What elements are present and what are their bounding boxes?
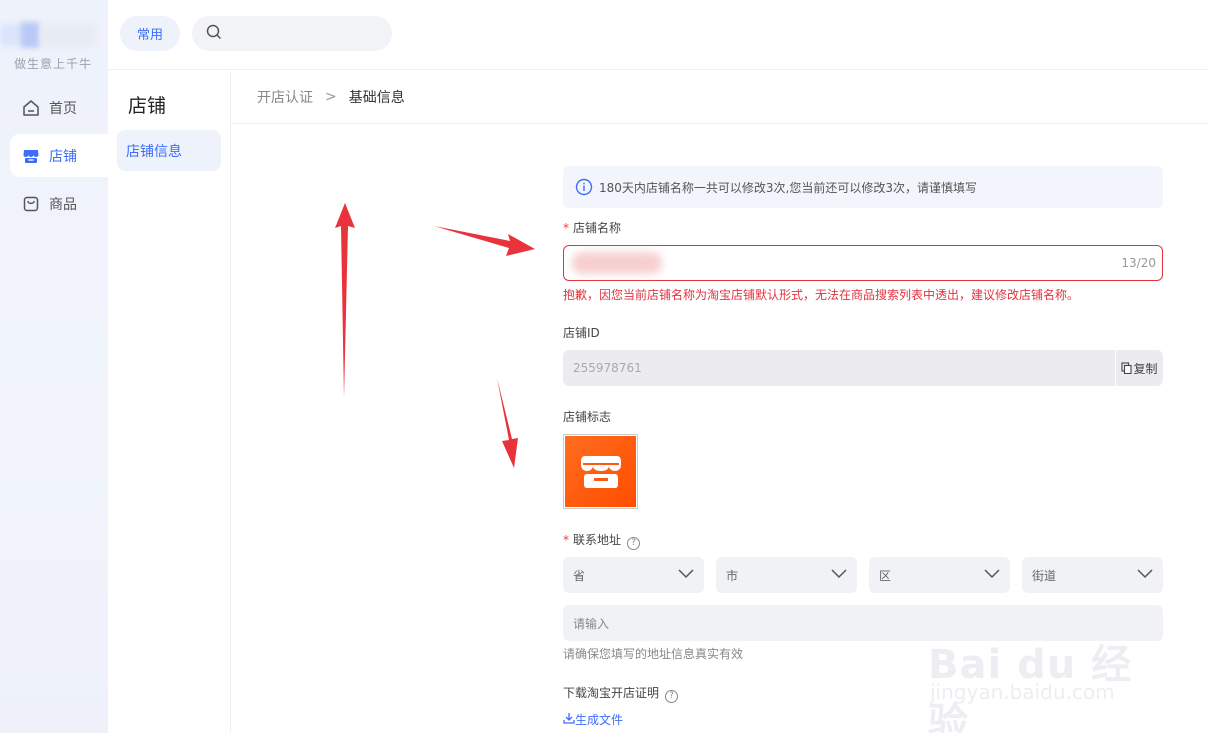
top-bar: 常用 xyxy=(108,0,1209,70)
chevron-down-icon xyxy=(1137,568,1153,582)
city-select-value: 市 xyxy=(726,568,739,583)
store-icon xyxy=(22,147,40,165)
frequent-chip[interactable]: 常用 xyxy=(120,16,180,51)
city-select[interactable]: 市 xyxy=(716,557,857,593)
province-select-value: 省 xyxy=(573,568,586,583)
download-icon xyxy=(563,712,575,727)
arrow-down xyxy=(497,378,518,468)
product-bag-icon xyxy=(22,195,40,213)
rail-item-store[interactable]: 店铺 xyxy=(10,134,108,177)
street-select-value: 街道 xyxy=(1032,568,1057,583)
shop-name-label: * 店铺名称 xyxy=(563,219,621,236)
chevron-down-icon xyxy=(831,568,847,582)
baidu-watermark: Bai du 经验 jingyan.baidu.com xyxy=(928,608,1148,733)
home-icon xyxy=(22,99,40,117)
address-label: * 联系地址? xyxy=(563,531,641,550)
arrow-up xyxy=(335,203,355,398)
shop-logo-image xyxy=(565,436,636,507)
search-icon xyxy=(206,24,222,44)
district-select[interactable]: 区 xyxy=(869,557,1010,593)
watermark-url: jingyan.baidu.com xyxy=(930,680,1115,704)
question-circle-icon[interactable]: ? xyxy=(665,690,679,703)
info-notice: 180天内店铺名称一共可以修改3次,您当前还可以修改3次，请谨慎填写 xyxy=(563,166,1163,208)
chevron-down-icon xyxy=(984,568,1000,582)
rail-item-label: 店铺 xyxy=(49,148,77,165)
certificate-label-text: 下载淘宝开店证明 xyxy=(563,686,660,700)
question-circle-icon[interactable]: ? xyxy=(627,537,641,550)
char-counter: 13/20 xyxy=(1121,256,1156,270)
generate-file-label: 生成文件 xyxy=(575,713,624,727)
info-icon xyxy=(575,178,593,196)
required-mark: * xyxy=(563,533,569,547)
province-select[interactable]: 省 xyxy=(563,557,704,593)
copy-icon xyxy=(1121,362,1133,375)
address-hint: 请确保您填写的地址信息真实有效 xyxy=(563,647,744,661)
sub-nav-title: 店铺 xyxy=(128,95,167,117)
shop-id-label: 店铺ID xyxy=(563,326,600,340)
certificate-label: 下载淘宝开店证明? xyxy=(563,684,679,703)
shop-logo-label: 店铺标志 xyxy=(563,410,612,424)
app-logo xyxy=(0,20,96,52)
shop-id-field: 255978761 复制 xyxy=(563,350,1163,386)
breadcrumb: 开店认证 > 基础信息 xyxy=(231,71,1209,124)
rail-item-label: 商品 xyxy=(49,196,77,213)
breadcrumb-current: 基础信息 xyxy=(348,90,405,106)
redacted-shop-name xyxy=(572,252,662,274)
shop-name-label-text: 店铺名称 xyxy=(573,221,622,235)
street-select[interactable]: 街道 xyxy=(1022,557,1163,593)
sub-nav-item-shop-info[interactable]: 店铺信息 xyxy=(117,130,221,171)
app-slogan: 做生意上千牛 xyxy=(14,57,93,71)
generate-file-link[interactable]: 生成文件 xyxy=(563,711,623,728)
shop-id-value: 255978761 xyxy=(573,361,642,375)
chevron-down-icon xyxy=(678,568,694,582)
rail-item-label: 首页 xyxy=(49,100,77,117)
search-input[interactable] xyxy=(230,26,380,41)
notice-text: 180天内店铺名称一共可以修改3次,您当前还可以修改3次，请谨慎填写 xyxy=(599,180,977,195)
breadcrumb-parent[interactable]: 开店认证 xyxy=(257,87,313,107)
left-rail: 做生意上千牛 首页 店铺 商品 xyxy=(0,0,108,733)
address-label-text: 联系地址 xyxy=(573,533,622,547)
shop-name-input[interactable]: 13/20 xyxy=(563,245,1163,281)
required-mark: * xyxy=(563,221,569,235)
search-box[interactable] xyxy=(192,16,392,51)
copy-button[interactable]: 复制 xyxy=(1115,350,1163,386)
shop-logo-upload[interactable] xyxy=(563,434,638,509)
copy-label: 复制 xyxy=(1133,361,1158,376)
shop-name-error: 抱歉，因您当前店铺名称为淘宝店铺默认形式，无法在商品搜索列表中透出，建议修改店铺… xyxy=(563,288,1080,302)
sub-nav: 店铺 店铺信息 xyxy=(108,71,231,733)
rail-item-home[interactable]: 首页 xyxy=(10,86,108,129)
arrow-right xyxy=(434,226,535,256)
app-window: 做生意上千牛 首页 店铺 商品 常用 店铺 店铺信息 开店认证 > 基础信息 1… xyxy=(0,0,1209,733)
district-select-value: 区 xyxy=(879,568,892,583)
rail-item-products[interactable]: 商品 xyxy=(10,182,108,225)
breadcrumb-separator: > xyxy=(325,89,337,105)
